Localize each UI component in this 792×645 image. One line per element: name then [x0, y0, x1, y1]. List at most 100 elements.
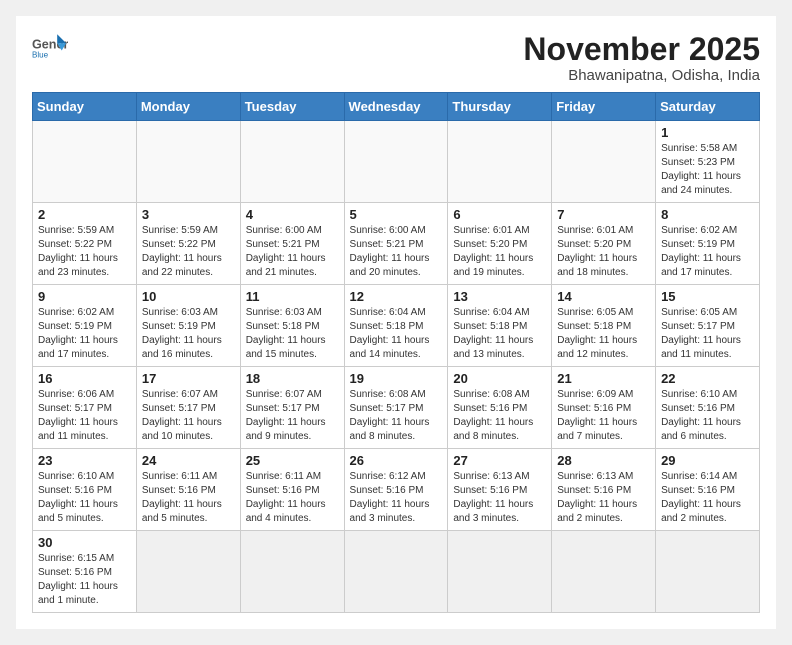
calendar-cell: 4Sunrise: 6:00 AM Sunset: 5:21 PM Daylig… — [240, 203, 344, 285]
calendar-cell: 29 Sunrise: 6:14 AM Sunset: 5:16 PM Dayli… — [656, 449, 760, 531]
day-info: Sunrise: 6:00 AM Sunset: 5:21 PM Dayligh… — [350, 224, 443, 280]
calendar-cell: 30 Sunrise: 6:15 AM Sunset: 5:16 PM Dayli… — [33, 531, 137, 613]
day-number: 8 — [661, 207, 754, 222]
calendar-cell: 17Sunrise: 6:07 AM Sunset: 5:17 PM Dayli… — [136, 367, 240, 449]
day-info: Sunrise: 6:03 AM Sunset: 5:18 PM Dayligh… — [246, 306, 339, 362]
weekday-header-row: SundayMondayTuesdayWednesdayThursdayFrid… — [33, 93, 760, 121]
logo-svg: General Blue — [32, 32, 68, 60]
calendar-cell — [552, 121, 656, 203]
calendar-week-row: 23Sunrise: 6:10 AM Sunset: 5:16 PM Dayli… — [33, 449, 760, 531]
day-number: 7 — [557, 207, 650, 222]
day-number: 19 — [350, 371, 443, 386]
day-info: Sunrise: 5:59 AM Sunset: 5:22 PM Dayligh… — [142, 224, 235, 280]
calendar-cell: 16Sunrise: 6:06 AM Sunset: 5:17 PM Dayli… — [33, 367, 137, 449]
calendar-cell — [448, 531, 552, 613]
calendar-week-row: 16Sunrise: 6:06 AM Sunset: 5:17 PM Dayli… — [33, 367, 760, 449]
day-info: Sunrise: 6:11 AM Sunset: 5:16 PM Dayligh… — [246, 470, 339, 526]
day-info: Sunrise: 6:10 AM Sunset: 5:16 PM Dayligh… — [38, 470, 131, 526]
calendar-week-row: 1 Sunrise: 5:58 AM Sunset: 5:23 PM Daylig… — [33, 121, 760, 203]
weekday-header-monday: Monday — [136, 93, 240, 121]
weekday-header-saturday: Saturday — [656, 93, 760, 121]
calendar-cell: 20 Sunrise: 6:08 AM Sunset: 5:16 PM Dayli… — [448, 367, 552, 449]
calendar-cell: 5 Sunrise: 6:00 AM Sunset: 5:21 PM Daylig… — [344, 203, 448, 285]
day-info: Sunrise: 6:01 AM Sunset: 5:20 PM Dayligh… — [453, 224, 546, 280]
day-info: Sunrise: 6:13 AM Sunset: 5:16 PM Dayligh… — [453, 470, 546, 526]
calendar-cell — [136, 121, 240, 203]
day-number: 6 — [453, 207, 546, 222]
day-info: Sunrise: 6:02 AM Sunset: 5:19 PM Dayligh… — [38, 306, 131, 362]
calendar-cell: 19 Sunrise: 6:08 AM Sunset: 5:17 PM Dayli… — [344, 367, 448, 449]
calendar-week-row: 9 Sunrise: 6:02 AM Sunset: 5:19 PM Daylig… — [33, 285, 760, 367]
calendar-cell: 27Sunrise: 6:13 AM Sunset: 5:16 PM Dayli… — [448, 449, 552, 531]
calendar-table: SundayMondayTuesdayWednesdayThursdayFrid… — [32, 92, 760, 613]
day-number: 14 — [557, 289, 650, 304]
weekday-header-wednesday: Wednesday — [344, 93, 448, 121]
day-info: Sunrise: 6:01 AM Sunset: 5:20 PM Dayligh… — [557, 224, 650, 280]
day-number: 17 — [142, 371, 235, 386]
header: General Blue November 2025 Bhawanipatna,… — [32, 32, 760, 84]
day-number: 20 — [453, 371, 546, 386]
calendar-week-row: 30 Sunrise: 6:15 AM Sunset: 5:16 PM Dayli… — [33, 531, 760, 613]
day-number: 3 — [142, 207, 235, 222]
calendar-cell — [656, 531, 760, 613]
calendar-cell — [240, 531, 344, 613]
month-title: November 2025 — [523, 32, 760, 67]
calendar-cell — [448, 121, 552, 203]
day-info: Sunrise: 6:08 AM Sunset: 5:16 PM Dayligh… — [453, 388, 546, 444]
day-number: 29 — [661, 453, 754, 468]
weekday-header-friday: Friday — [552, 93, 656, 121]
day-info: Sunrise: 6:07 AM Sunset: 5:17 PM Dayligh… — [246, 388, 339, 444]
day-number: 5 — [350, 207, 443, 222]
day-info: Sunrise: 6:13 AM Sunset: 5:16 PM Dayligh… — [557, 470, 650, 526]
calendar-cell: 2 Sunrise: 5:59 AM Sunset: 5:22 PM Daylig… — [33, 203, 137, 285]
day-info: Sunrise: 5:58 AM Sunset: 5:23 PM Dayligh… — [661, 142, 754, 198]
day-number: 10 — [142, 289, 235, 304]
day-number: 28 — [557, 453, 650, 468]
day-info: Sunrise: 6:06 AM Sunset: 5:17 PM Dayligh… — [38, 388, 131, 444]
day-number: 13 — [453, 289, 546, 304]
calendar-week-row: 2 Sunrise: 5:59 AM Sunset: 5:22 PM Daylig… — [33, 203, 760, 285]
calendar-cell: 3 Sunrise: 5:59 AM Sunset: 5:22 PM Daylig… — [136, 203, 240, 285]
day-number: 25 — [246, 453, 339, 468]
day-info: Sunrise: 6:04 AM Sunset: 5:18 PM Dayligh… — [453, 306, 546, 362]
calendar-cell: 26 Sunrise: 6:12 AM Sunset: 5:16 PM Dayli… — [344, 449, 448, 531]
calendar-cell: 21Sunrise: 6:09 AM Sunset: 5:16 PM Dayli… — [552, 367, 656, 449]
day-info: Sunrise: 6:12 AM Sunset: 5:16 PM Dayligh… — [350, 470, 443, 526]
day-info: Sunrise: 6:14 AM Sunset: 5:16 PM Dayligh… — [661, 470, 754, 526]
weekday-header-thursday: Thursday — [448, 93, 552, 121]
day-number: 2 — [38, 207, 131, 222]
calendar-cell: 28 Sunrise: 6:13 AM Sunset: 5:16 PM Dayli… — [552, 449, 656, 531]
day-info: Sunrise: 6:03 AM Sunset: 5:19 PM Dayligh… — [142, 306, 235, 362]
day-info: Sunrise: 5:59 AM Sunset: 5:22 PM Dayligh… — [38, 224, 131, 280]
calendar-cell — [240, 121, 344, 203]
location: Bhawanipatna, Odisha, India — [523, 67, 760, 84]
day-number: 9 — [38, 289, 131, 304]
calendar-cell — [136, 531, 240, 613]
weekday-header-sunday: Sunday — [33, 93, 137, 121]
day-info: Sunrise: 6:02 AM Sunset: 5:19 PM Dayligh… — [661, 224, 754, 280]
calendar-cell: 18 Sunrise: 6:07 AM Sunset: 5:17 PM Dayli… — [240, 367, 344, 449]
calendar-cell: 13 Sunrise: 6:04 AM Sunset: 5:18 PM Dayli… — [448, 285, 552, 367]
weekday-header-tuesday: Tuesday — [240, 93, 344, 121]
day-number: 15 — [661, 289, 754, 304]
day-number: 11 — [246, 289, 339, 304]
calendar-cell — [344, 531, 448, 613]
day-info: Sunrise: 6:10 AM Sunset: 5:16 PM Dayligh… — [661, 388, 754, 444]
day-number: 26 — [350, 453, 443, 468]
calendar-cell: 6 Sunrise: 6:01 AM Sunset: 5:20 PM Daylig… — [448, 203, 552, 285]
calendar-cell: 12Sunrise: 6:04 AM Sunset: 5:18 PM Dayli… — [344, 285, 448, 367]
day-number: 18 — [246, 371, 339, 386]
day-number: 30 — [38, 535, 131, 550]
svg-text:Blue: Blue — [32, 51, 49, 60]
calendar-cell: 22Sunrise: 6:10 AM Sunset: 5:16 PM Dayli… — [656, 367, 760, 449]
calendar-cell: 11 Sunrise: 6:03 AM Sunset: 5:18 PM Dayli… — [240, 285, 344, 367]
calendar-cell: 15Sunrise: 6:05 AM Sunset: 5:17 PM Dayli… — [656, 285, 760, 367]
day-info: Sunrise: 6:04 AM Sunset: 5:18 PM Dayligh… — [350, 306, 443, 362]
logo: General Blue — [32, 32, 68, 60]
day-info: Sunrise: 6:15 AM Sunset: 5:16 PM Dayligh… — [38, 552, 131, 608]
day-info: Sunrise: 6:08 AM Sunset: 5:17 PM Dayligh… — [350, 388, 443, 444]
calendar-cell — [552, 531, 656, 613]
calendar-cell: 25 Sunrise: 6:11 AM Sunset: 5:16 PM Dayli… — [240, 449, 344, 531]
day-number: 1 — [661, 125, 754, 140]
calendar-page: General Blue November 2025 Bhawanipatna,… — [16, 16, 776, 629]
